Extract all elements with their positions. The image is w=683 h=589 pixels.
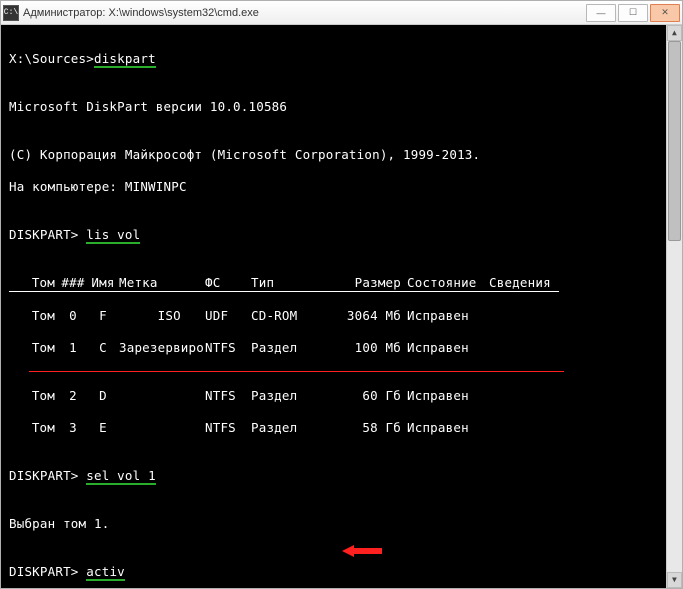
table-row: Том 0 F ISO UDF CD-ROM 3064 Мб Исправен: [9, 308, 674, 324]
header-name: Имя: [87, 275, 119, 292]
volume-table-header: Том ### Имя Метка ФС Тип Размер Состояни…: [9, 275, 674, 292]
diskpart-prompt: DISKPART> activ: [9, 564, 674, 580]
scroll-down-icon[interactable]: ▼: [667, 572, 682, 588]
diskpart-version: Microsoft DiskPart версии 10.0.10586: [9, 99, 674, 115]
cmd-diskpart: diskpart: [94, 51, 156, 68]
computer-line: На компьютере: MINWINPC: [9, 179, 674, 195]
table-row: Том 2 D NTFS Раздел 60 Гб Исправен: [9, 388, 674, 404]
scroll-thumb[interactable]: [668, 41, 681, 241]
header-fs: ФС: [205, 275, 251, 292]
titlebar[interactable]: C:\ Администратор: X:\windows\system32\c…: [1, 1, 682, 25]
table-row-highlighted: Том 1 C Зарезервиро NTFS Раздел 100 Мб И…: [9, 340, 674, 356]
header-num: ###: [59, 275, 87, 292]
terminal-area[interactable]: X:\Sources>diskpart Microsoft DiskPart в…: [1, 25, 682, 588]
diskpart-prompt: DISKPART> lis vol: [9, 227, 674, 243]
table-row: Том 3 E NTFS Раздел 58 Гб Исправен: [9, 420, 674, 436]
sel-result: Выбран том 1.: [9, 516, 674, 532]
cmd-window: C:\ Администратор: X:\windows\system32\c…: [0, 0, 683, 589]
vertical-scrollbar[interactable]: ▲ ▼: [666, 25, 682, 588]
close-button[interactable]: ✕: [650, 4, 680, 22]
window-controls: — ☐ ✕: [586, 4, 680, 22]
cmd-icon: C:\: [3, 5, 19, 21]
diskpart-prompt: DISKPART> sel vol 1: [9, 468, 674, 484]
minimize-button[interactable]: —: [586, 4, 616, 22]
cmd-lisvol: lis vol: [86, 227, 140, 244]
header-tom: Том: [9, 275, 59, 292]
header-size: Размер: [339, 275, 407, 292]
maximize-button[interactable]: ☐: [618, 4, 648, 22]
header-type: Тип: [251, 275, 339, 292]
window-title: Администратор: X:\windows\system32\cmd.e…: [23, 7, 586, 19]
cmd-selvol: sel vol 1: [86, 468, 156, 485]
cmd-activ: activ: [86, 564, 125, 581]
prompt-line: X:\Sources>diskpart: [9, 51, 674, 67]
prompt-path: X:\Sources>: [9, 51, 94, 66]
red-underline: [29, 371, 564, 372]
header-state: Состояние: [407, 275, 489, 292]
copyright-line: (C) Корпорация Майкрософт (Microsoft Cor…: [9, 147, 674, 163]
header-info: Сведения: [489, 275, 559, 292]
header-label: Метка: [119, 275, 205, 292]
scroll-up-icon[interactable]: ▲: [667, 25, 682, 41]
